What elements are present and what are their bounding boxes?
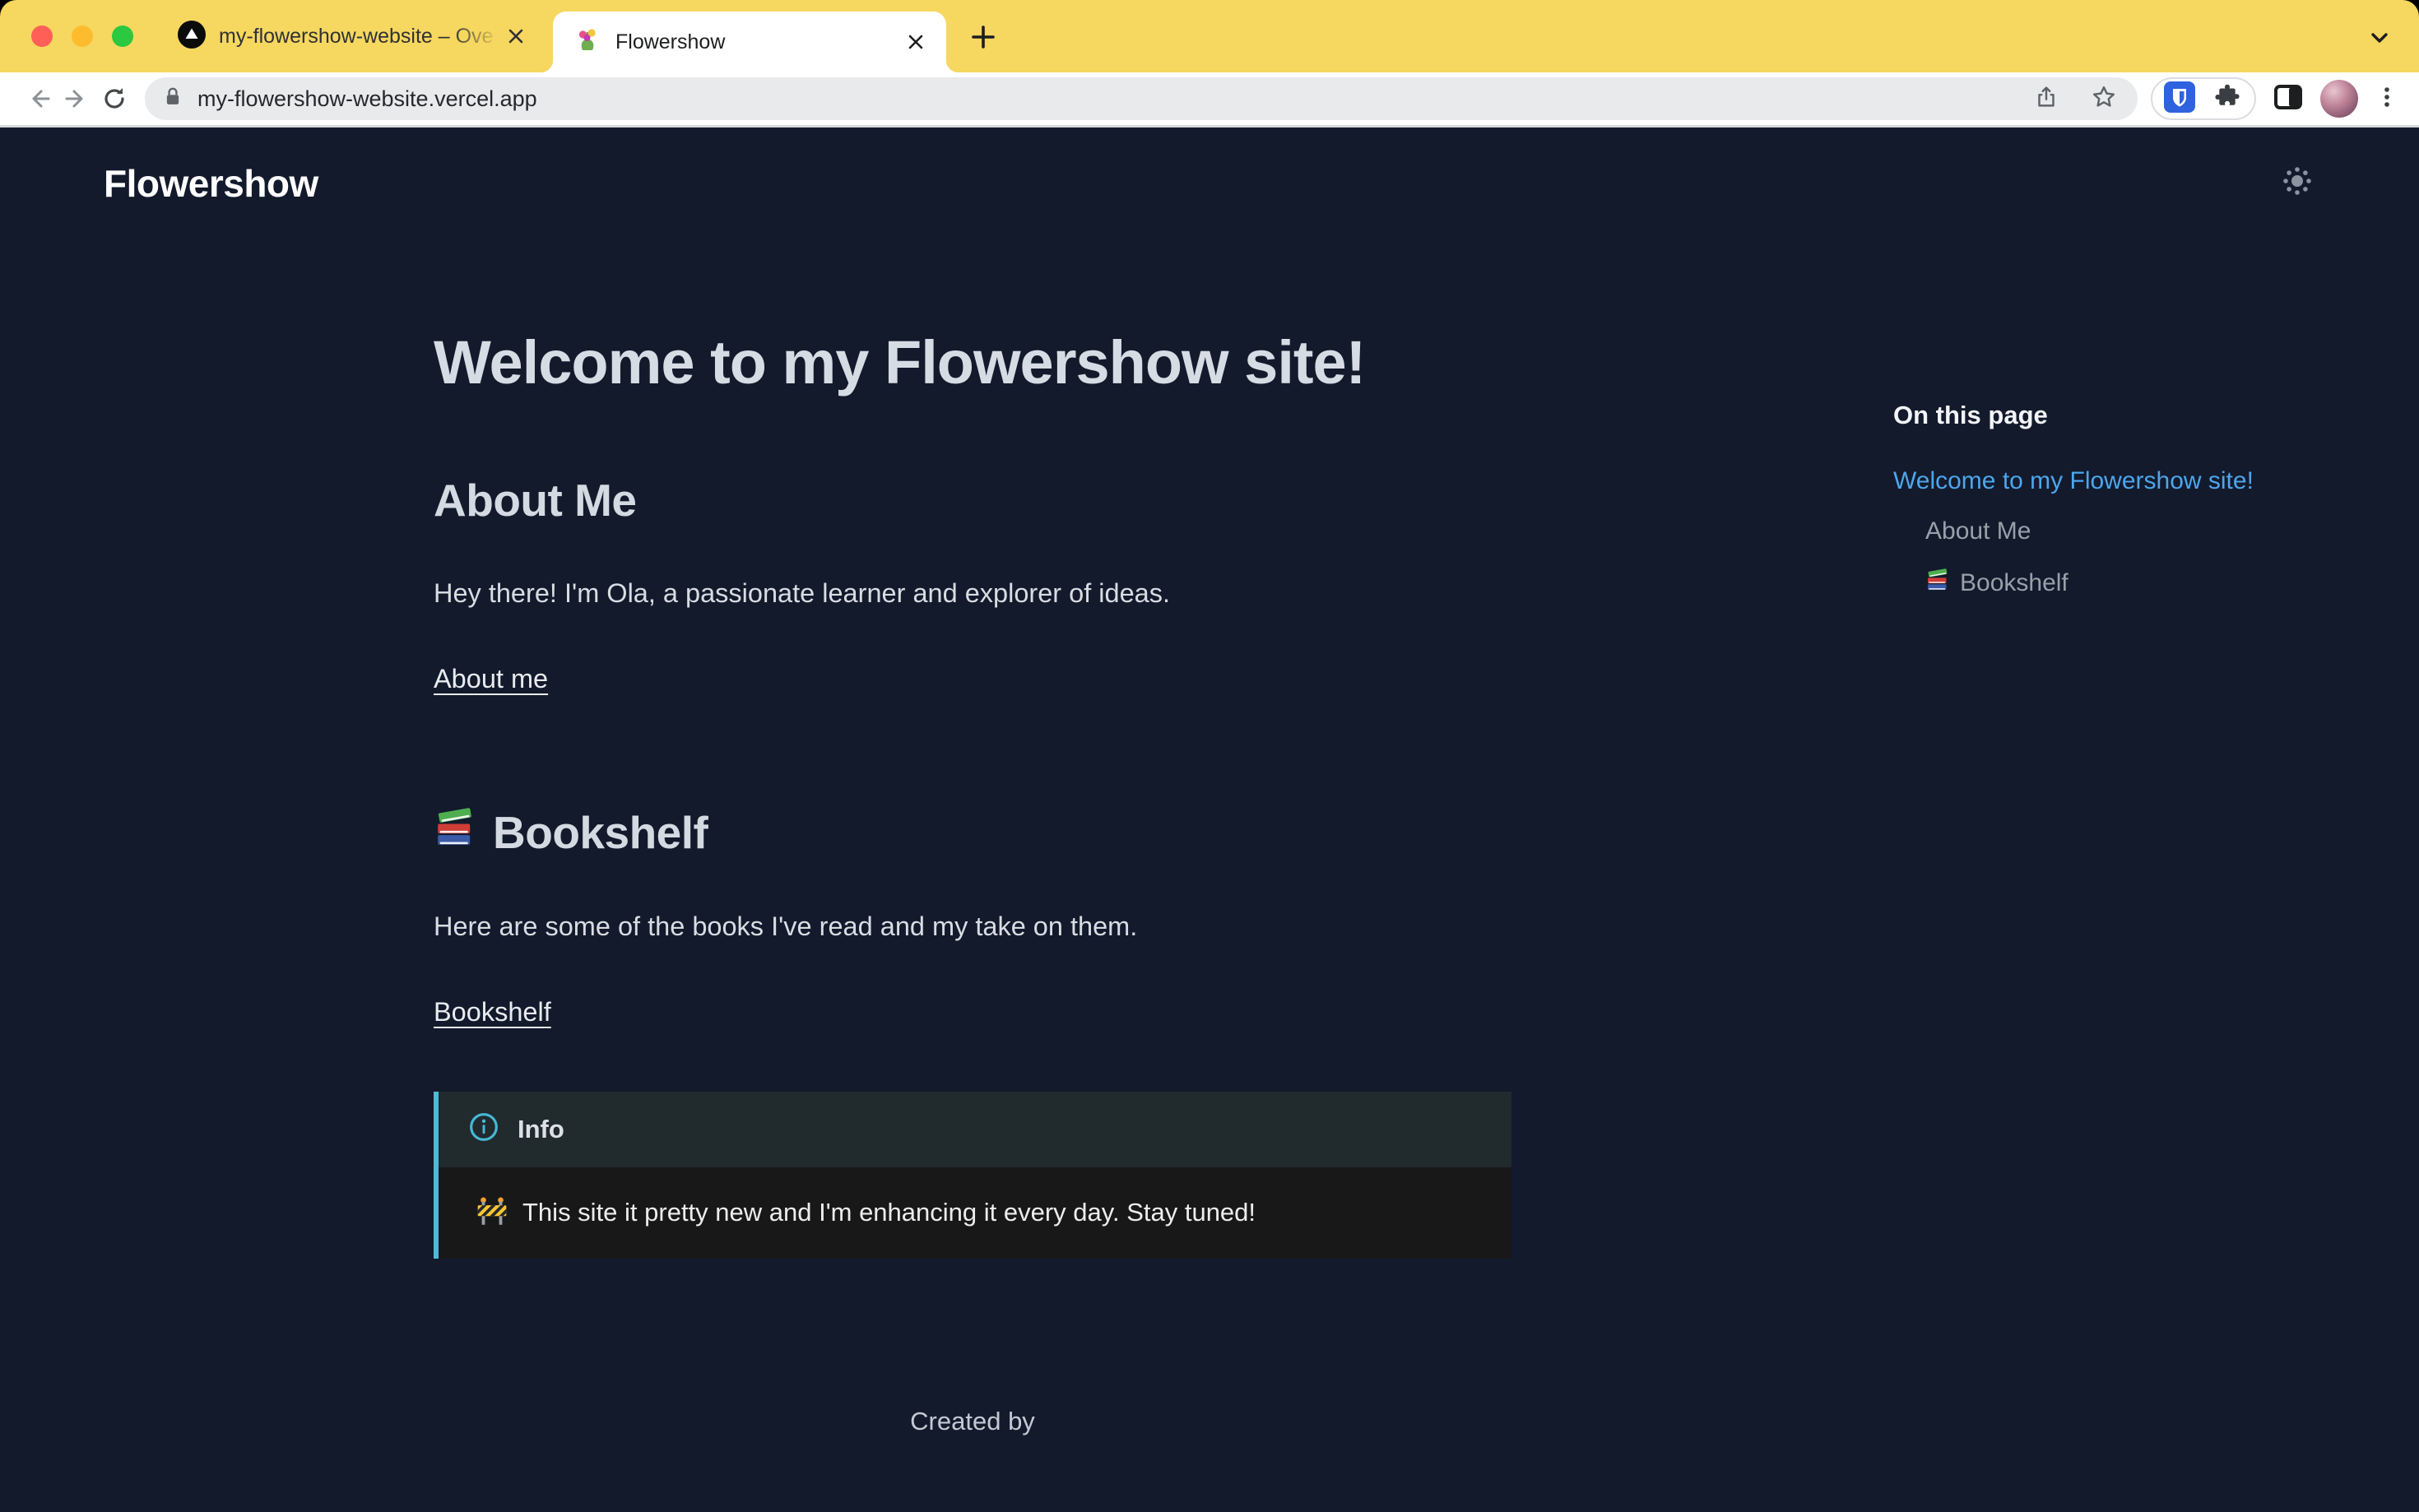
toc-item-bookshelf[interactable]: Bookshelf [1925, 568, 2288, 599]
books-icon [434, 806, 476, 860]
theme-toggle-button[interactable] [2276, 162, 2319, 205]
kebab-menu-icon[interactable] [2373, 83, 2401, 115]
side-panel-icon[interactable] [2271, 80, 2305, 118]
vercel-icon [178, 21, 206, 53]
bookmark-star-icon[interactable] [2090, 83, 2118, 115]
close-tab-icon[interactable] [902, 28, 930, 56]
lock-icon [160, 84, 186, 114]
toc-item-welcome[interactable]: Welcome to my Flowershow site! [1893, 467, 2288, 495]
share-icon[interactable] [2032, 83, 2060, 115]
toc-item-label: About Me [1925, 517, 2031, 545]
bookshelf-paragraph: Here are some of the books I've read and… [434, 907, 1511, 946]
toc-item-label: Welcome to my Flowershow site! [1893, 467, 2254, 495]
tab-search-chevron-down-icon[interactable] [2363, 21, 2396, 54]
books-icon [1925, 568, 1950, 599]
site-logo[interactable]: Flowershow [104, 161, 318, 206]
browser-toolbar: my-flowershow-website.vercel.app [0, 72, 2419, 128]
toc-item-label: Bookshelf [1960, 569, 2068, 597]
extensions-puzzle-icon[interactable] [2212, 81, 2243, 117]
minimize-window-button[interactable] [72, 26, 93, 47]
tab-flowershow[interactable]: Flowershow [553, 12, 946, 72]
created-by-text: Created by [434, 1407, 1511, 1436]
tab-title: my-flowershow-website – Ove [219, 25, 502, 49]
reload-icon[interactable] [95, 80, 133, 118]
info-callout-body: This site it pretty new and I'm enhancin… [439, 1167, 1511, 1259]
sun-icon [2277, 161, 2317, 205]
forward-arrow-icon[interactable] [58, 80, 95, 118]
about-me-link[interactable]: About me [434, 664, 548, 694]
window-controls [31, 26, 133, 47]
new-tab-button[interactable] [964, 18, 1002, 56]
callout-title: Info [518, 1115, 564, 1144]
back-arrow-icon[interactable] [20, 80, 58, 118]
bitwarden-icon[interactable] [2164, 81, 2195, 117]
document-content: Welcome to my Flowershow site! About Me … [434, 331, 1511, 1512]
page-title: Welcome to my Flowershow site! [434, 331, 1511, 395]
site-footer: Created by Made with Flowershow [434, 1407, 1511, 1512]
toc-item-about-me[interactable]: About Me [1925, 517, 2288, 545]
site-page: Flowershow Welcome to my Flowershow site… [0, 128, 2419, 1512]
bouquet-icon [574, 27, 601, 58]
tab-bar: my-flowershow-website – Ove Flowershow [0, 0, 2419, 72]
callout-text: This site it pretty new and I'm enhancin… [522, 1198, 1256, 1227]
zoom-window-button[interactable] [112, 26, 133, 47]
site-header: Flowershow [0, 128, 2419, 239]
url-text: my-flowershow-website.vercel.app [197, 86, 2032, 112]
browser-window: my-flowershow-website – Ove Flowershow [0, 0, 2419, 1512]
section-heading-bookshelf: Bookshelf [434, 806, 1511, 860]
info-callout: Info [434, 1092, 1511, 1259]
extensions-area [2151, 77, 2256, 120]
address-bar[interactable]: my-flowershow-website.vercel.app [145, 77, 2138, 120]
about-me-paragraph: Hey there! I'm Ola, a passionate learner… [434, 574, 1511, 613]
close-tab-icon[interactable] [502, 22, 530, 50]
tab-vercel-dashboard[interactable]: my-flowershow-website – Ove [158, 0, 543, 72]
info-circle-icon [468, 1111, 499, 1147]
toc-heading: On this page [1893, 401, 2288, 430]
on-this-page-toc: On this page Welcome to my Flowershow si… [1893, 401, 2288, 599]
profile-avatar[interactable] [2320, 80, 2358, 118]
info-callout-header: Info [439, 1092, 1511, 1167]
section-heading-label: Bookshelf [493, 806, 708, 859]
close-window-button[interactable] [31, 26, 53, 47]
section-heading-about-me: About Me [434, 474, 1511, 526]
construction-icon [475, 1194, 509, 1232]
bookshelf-link[interactable]: Bookshelf [434, 997, 551, 1027]
tab-title: Flowershow [615, 30, 902, 54]
